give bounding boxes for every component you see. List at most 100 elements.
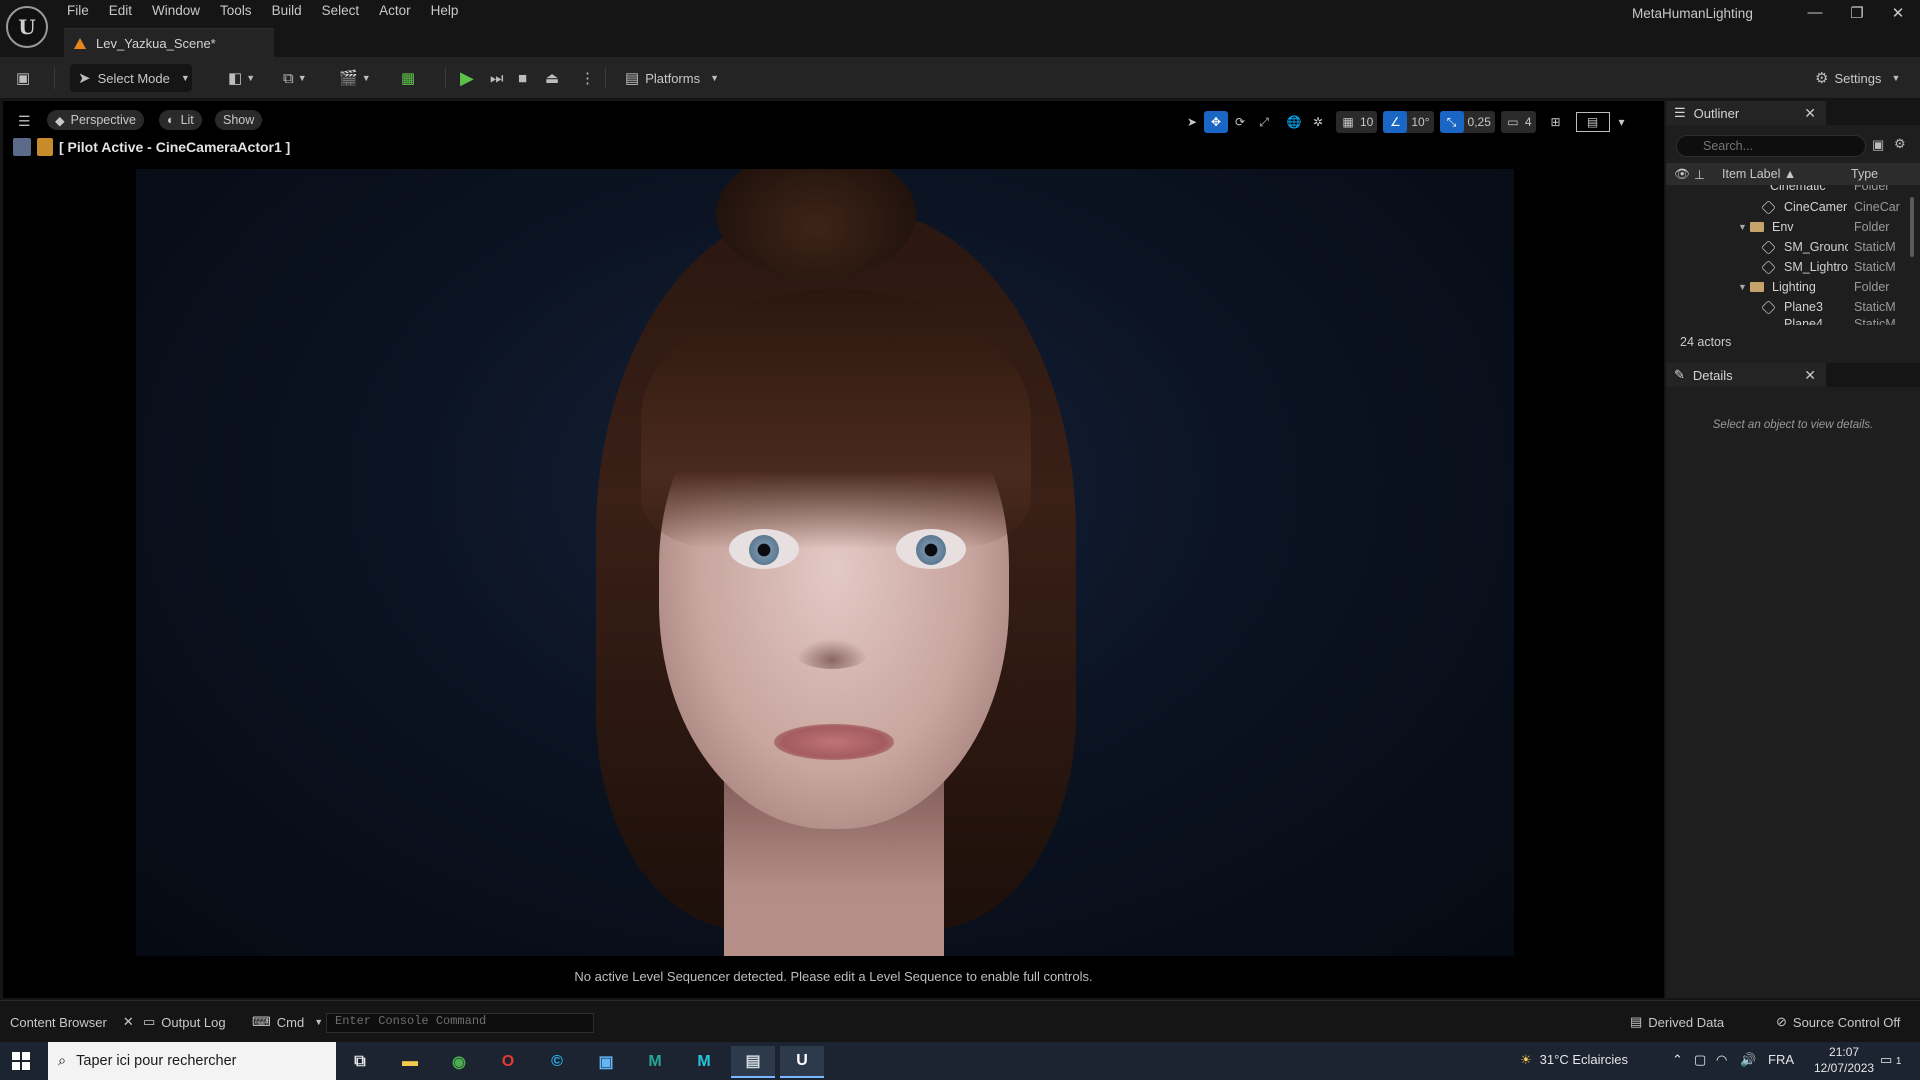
unreal-logo-icon[interactable]: U	[6, 6, 48, 48]
surface-snap-icon[interactable]: ✲	[1306, 111, 1330, 133]
menu-file[interactable]: File	[58, 0, 100, 24]
mode-toggle-button[interactable]: ▦	[401, 64, 415, 92]
app-window-icon[interactable]: ▤	[731, 1046, 775, 1078]
select-mode-label: Select Mode	[97, 70, 170, 86]
save-icon[interactable]: ▣	[16, 64, 30, 92]
store-icon[interactable]: ▣	[584, 1046, 628, 1078]
document-tab[interactable]: Lev_Yazkua_Scene*	[64, 28, 274, 58]
menu-help[interactable]: Help	[422, 0, 470, 24]
eye-icon[interactable]: 👁	[1674, 167, 1690, 182]
item-label-column[interactable]: Item Label ▲	[1722, 167, 1796, 181]
outliner-row[interactable]: CineCamer CineCar	[1666, 197, 1920, 217]
opera-icon[interactable]: O	[486, 1046, 530, 1078]
details-tab[interactable]: ✎ Details ✕	[1666, 363, 1826, 387]
maximize-viewport-icon[interactable]: ⊞	[1544, 111, 1568, 133]
task-view-icon[interactable]: ⧉	[338, 1046, 382, 1078]
scale-snap-toggle[interactable]: ⤡ 0,25	[1439, 111, 1495, 133]
outliner-row[interactable]: Cinematic Folder	[1666, 185, 1920, 195]
chevron-down-icon[interactable]: ▾	[1610, 111, 1634, 133]
eject-pilot-icon[interactable]	[13, 138, 31, 156]
pilot-label: [ Pilot Active - CineCameraActor1 ]	[59, 139, 291, 155]
menu-select[interactable]: Select	[313, 0, 371, 24]
expand-arrow-icon[interactable]: ▼	[1738, 222, 1747, 232]
close-icon[interactable]: ✕	[123, 1014, 134, 1030]
close-button[interactable]: ✕	[1878, 4, 1918, 28]
menu-actor[interactable]: Actor	[370, 0, 422, 24]
tray-device-icon[interactable]: ▢	[1694, 1052, 1706, 1068]
select-mode-dropdown[interactable]: ➤ Select Mode ▼	[70, 64, 192, 92]
perspective-button[interactable]: ◆ Perspective	[47, 110, 144, 130]
layout-icon[interactable]: ▤	[1575, 112, 1610, 132]
derived-data-button[interactable]: ▤ Derived Data	[1630, 1013, 1724, 1031]
stop-button[interactable]: ■	[518, 64, 527, 92]
more-options-button[interactable]: ⋮	[580, 64, 595, 92]
maya-lt-icon[interactable]: M	[682, 1046, 726, 1078]
maya-icon[interactable]: M	[633, 1046, 677, 1078]
pilot-indicator[interactable]: [ Pilot Active - CineCameraActor1 ]	[13, 137, 290, 157]
outliner-tab[interactable]: ☰ Outliner ✕	[1666, 101, 1826, 125]
advance-frame-button[interactable]: ⏭	[490, 64, 504, 92]
weather-widget[interactable]: ☀ 31°C Eclaircies	[1520, 1052, 1628, 1068]
menu-tools[interactable]: Tools	[211, 0, 263, 24]
tray-chevron-up-icon[interactable]: ⌃	[1672, 1052, 1683, 1068]
add-actor-button[interactable]: ◧ ▼	[228, 64, 255, 92]
viewport-menu-icon[interactable]: ☰	[18, 113, 31, 130]
file-explorer-icon[interactable]: ▬	[388, 1046, 432, 1078]
wifi-icon[interactable]: ◠	[1716, 1052, 1727, 1068]
close-icon[interactable]: ✕	[1804, 367, 1816, 384]
language-indicator[interactable]: FRA	[1768, 1052, 1794, 1067]
rotate-tool-icon[interactable]: ⟳	[1228, 111, 1252, 133]
settings-dropdown[interactable]: ⚙ Settings ▼	[1815, 64, 1900, 92]
cinematics-button[interactable]: 🎬 ▼	[339, 64, 371, 92]
outliner-row[interactable]: ▼ Lighting Folder	[1666, 277, 1920, 297]
outliner-row[interactable]: Plane3 StaticM	[1666, 297, 1920, 317]
clock[interactable]: 21:07 12/07/2023	[1814, 1044, 1874, 1076]
outliner-row[interactable]: Plane4 StaticM	[1666, 317, 1920, 325]
show-button[interactable]: Show	[215, 110, 263, 130]
rotation-snap-toggle[interactable]: ∠ 10°	[1383, 111, 1434, 133]
translate-tool-icon[interactable]: ✥	[1204, 111, 1228, 133]
expand-arrow-icon[interactable]: ▼	[1738, 282, 1747, 292]
scale-tool-icon[interactable]: ⤢	[1252, 111, 1276, 133]
windows-start-icon[interactable]	[12, 1052, 30, 1070]
source-control-button[interactable]: ⊘ Source Control Off	[1776, 1013, 1900, 1031]
output-log-button[interactable]: ▭ Output Log	[143, 1013, 226, 1031]
minimize-button[interactable]: —	[1795, 4, 1835, 28]
console-command-input[interactable]: Enter Console Command	[326, 1013, 594, 1033]
add-folder-icon[interactable]: ▣	[1872, 137, 1884, 153]
menu-window[interactable]: Window	[143, 0, 211, 24]
outliner-row[interactable]: SM_Grounc StaticM	[1666, 237, 1920, 257]
restore-button[interactable]: ❐	[1837, 4, 1877, 28]
pin-icon[interactable]: ⊥	[1694, 167, 1705, 182]
blueprint-button[interactable]: ⧉ ▼	[283, 64, 307, 92]
gear-icon[interactable]: ⚙	[1894, 136, 1906, 152]
row-name: Plane4	[1784, 317, 1823, 325]
camera-speed-button[interactable]: ▭ 4	[1500, 111, 1536, 133]
platforms-dropdown[interactable]: ▤ Platforms ▼	[625, 64, 719, 92]
notification-icon[interactable]: ▭ 1	[1880, 1052, 1901, 1068]
menu-build[interactable]: Build	[263, 0, 313, 24]
world-local-icon[interactable]: 🌐	[1282, 111, 1306, 133]
outliner-row[interactable]: ▼ Env Folder	[1666, 217, 1920, 237]
cmd-dropdown[interactable]: ⌨ Cmd ▼	[252, 1013, 323, 1031]
chrome-icon[interactable]: ◉	[437, 1046, 481, 1078]
close-icon[interactable]: ✕	[1804, 105, 1816, 122]
kebab-menu-icon: ⋮	[580, 70, 595, 87]
taskbar-search[interactable]: ⌕ Taper ici pour rechercher	[48, 1042, 336, 1080]
type-column[interactable]: Type	[1851, 167, 1878, 181]
select-tool-icon[interactable]: ➤	[1180, 111, 1204, 133]
eject-button[interactable]: ⏏	[545, 64, 559, 92]
play-button[interactable]: ▶	[460, 64, 474, 92]
content-browser-tab[interactable]: Content Browser ✕	[10, 1013, 134, 1031]
volume-icon[interactable]: 🔊	[1740, 1052, 1756, 1068]
level-viewport[interactable]: ☰ ◆ Perspective ◐ Lit Show [ Pilot Activ…	[3, 101, 1664, 998]
cursor-icon: ➤	[78, 70, 91, 87]
outliner-search-input[interactable]	[1676, 135, 1866, 157]
outliner-scrollbar[interactable]	[1910, 197, 1914, 257]
app-c-icon[interactable]: ©	[535, 1046, 579, 1078]
menu-edit[interactable]: Edit	[100, 0, 143, 24]
lit-button[interactable]: ◐ Lit	[159, 110, 202, 130]
unreal-engine-icon[interactable]: U	[780, 1046, 824, 1078]
grid-snap-toggle[interactable]: ▦ 10	[1336, 111, 1378, 133]
outliner-row[interactable]: SM_Lightro StaticM	[1666, 257, 1920, 277]
